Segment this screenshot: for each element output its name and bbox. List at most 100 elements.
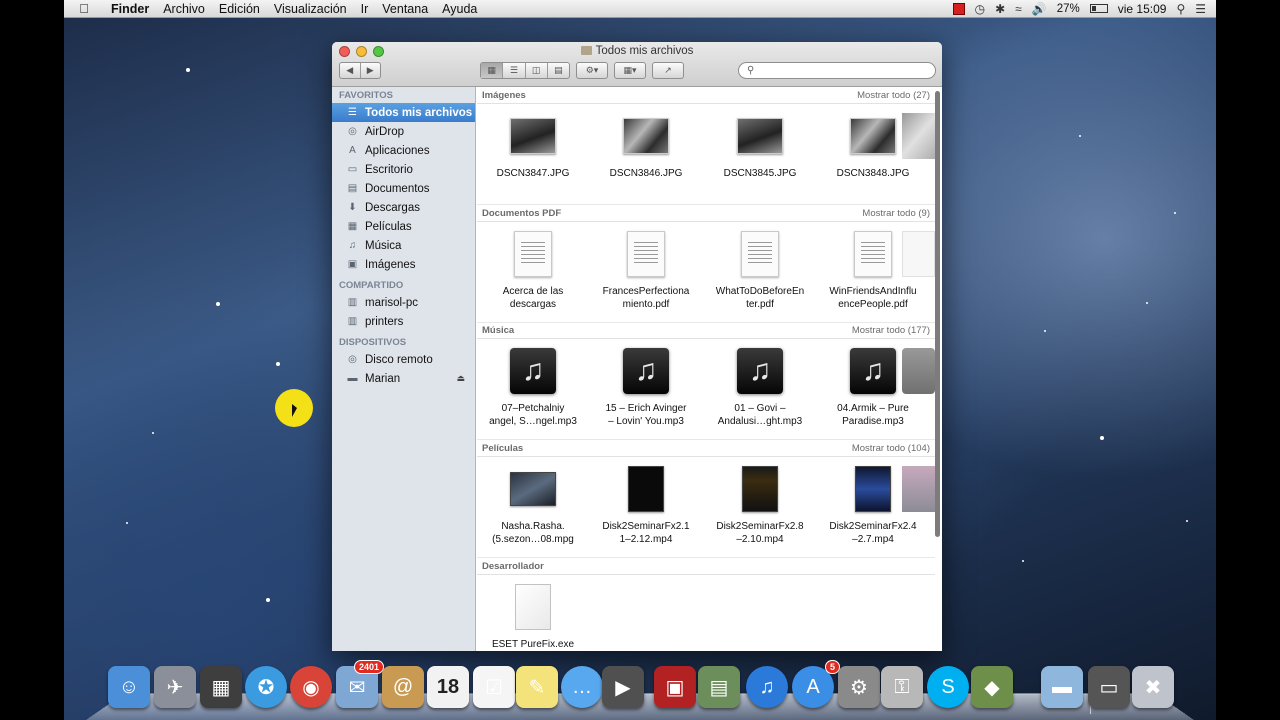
facetime-icon[interactable]: ▶ [602, 666, 644, 708]
menu-ayuda[interactable]: Ayuda [435, 2, 484, 16]
sidebar-item-airdrop[interactable]: ◎ AirDrop [332, 122, 475, 141]
file-item[interactable]: ESET PureFix.exe [478, 576, 588, 651]
apple-menu-icon[interactable]:  [64, 1, 104, 16]
file-item[interactable]: FrancesPerfectiona miento.pdf [591, 223, 701, 323]
show-all-link[interactable]: Mostrar todo (177) [852, 325, 930, 336]
sidebar-item-descargas[interactable]: ⬇ Descargas [332, 198, 475, 217]
utility-app-icon[interactable]: ◆ [971, 666, 1013, 708]
star [152, 432, 154, 434]
file-name-line: –2.10.mp4 [736, 533, 784, 545]
battery-percent[interactable]: 27% [1057, 3, 1080, 15]
sidebar-item-musica[interactable]: ♫ Música [332, 236, 475, 255]
keychain-icon[interactable]: ⚿ [881, 666, 923, 708]
search-input[interactable]: ⚲ [738, 62, 936, 79]
list-view-button[interactable]: ☰ [503, 63, 526, 78]
chrome-icon[interactable]: ◉ [290, 666, 332, 708]
icon-view-button[interactable]: ▦ [481, 63, 504, 78]
recording-status-icon[interactable] [952, 2, 965, 15]
file-thumbnail [623, 113, 669, 159]
iphoto-icon[interactable]: ▤ [698, 666, 740, 708]
reminders-icon[interactable]: ☑ [473, 666, 515, 708]
volume-icon[interactable]: 🔊 [1032, 2, 1047, 16]
sidebar-item-marian[interactable]: ▬ Marian ⏏ [332, 369, 475, 388]
back-button[interactable]: ◀ [340, 63, 361, 78]
calendar-day: 18 [436, 675, 460, 698]
sidebar-item-documentos[interactable]: ▤ Documentos [332, 179, 475, 198]
finder-icon[interactable]: ☺ [108, 666, 150, 708]
arrange-menu-button[interactable]: ▦▾ [614, 62, 646, 79]
star [1146, 302, 1148, 304]
sidebar-item-printers[interactable]: ▥ printers [332, 312, 475, 331]
time-machine-icon[interactable]: ◷ [975, 2, 985, 16]
sidebar-item-escritorio[interactable]: ▭ Escritorio [332, 160, 475, 179]
mission-control-icon[interactable]: ▦ [200, 666, 242, 708]
trash-icon[interactable]: ✖ [1132, 666, 1174, 708]
file-item[interactable]: Acerca de las descargas [478, 223, 588, 323]
coverflow-view-button[interactable]: ▤ [548, 63, 569, 78]
pictures-icon: ▣ [347, 259, 358, 270]
file-item[interactable]: DSCN3845.JPG [705, 105, 815, 205]
spotlight-icon[interactable]: ⚲ [1176, 2, 1185, 16]
file-item[interactable]: WhatToDoBeforeEn ter.pdf [705, 223, 815, 323]
share-button[interactable]: ↗ [652, 62, 684, 79]
sidebar-item-imagenes[interactable]: ▣ Imágenes [332, 255, 475, 274]
file-item[interactable]: DSCN3846.JPG [591, 105, 701, 205]
system-preferences-icon-glyph: ⚙ [850, 676, 868, 699]
star [1174, 212, 1176, 214]
file-item[interactable]: Disk2SeminarFx2.8 –2.10.mp4 [705, 458, 815, 558]
system-preferences-icon[interactable]: ⚙ [838, 666, 880, 708]
skype-icon[interactable]: S [927, 666, 969, 708]
mail-icon[interactable]: ✉ 2401 [336, 660, 384, 708]
notification-center-icon[interactable]: ☰ [1195, 2, 1206, 16]
sidebar-item-todos-mis-archivos[interactable]: ☰ Todos mis archivos [332, 103, 475, 122]
pdf-file-icon [627, 231, 665, 277]
itunes-icon[interactable]: ♫ [746, 666, 788, 708]
forward-button[interactable]: ▶ [361, 63, 381, 78]
column-view-button[interactable]: ◫ [526, 63, 548, 78]
battery-icon[interactable] [1089, 4, 1108, 13]
show-all-link[interactable]: Mostrar todo (104) [852, 443, 930, 454]
section-title: Música [482, 324, 515, 336]
menu-edicion[interactable]: Edición [212, 2, 267, 16]
action-menu-button[interactable]: ⚙▾ [576, 62, 608, 79]
eject-icon[interactable]: ⏏ [456, 373, 465, 384]
show-all-link[interactable]: Mostrar todo (9) [862, 208, 930, 219]
show-all-link[interactable]: Mostrar todo (27) [857, 90, 930, 101]
window-title-text: Todos mis archivos [595, 45, 694, 57]
file-item[interactable]: DSCN3847.JPG [478, 105, 588, 205]
file-item[interactable]: Nasha.Rasha. (5.sezon…08.mpg [478, 458, 588, 558]
file-name-line: Disk2SeminarFx2.4 [829, 521, 917, 532]
file-item[interactable]: ♫ 01 – Govi – Andalusi…ght.mp3 [705, 340, 815, 440]
file-thumbnail [850, 231, 896, 277]
menu-archivo[interactable]: Archivo [156, 2, 212, 16]
clock[interactable]: vie 15:09 [1118, 2, 1167, 16]
menu-visualizacion[interactable]: Visualización [267, 2, 354, 16]
contacts-icon[interactable]: @ [382, 666, 424, 708]
sidebar-item-peliculas[interactable]: ▦ Películas [332, 217, 475, 236]
safari-icon[interactable]: ✪ [245, 666, 287, 708]
notes-icon[interactable]: ✎ [516, 666, 558, 708]
downloads-stack-icon[interactable]: ▭ [1088, 666, 1130, 708]
sidebar-item-marisol-pc[interactable]: ▥ marisol-pc [332, 293, 475, 312]
vertical-scrollbar[interactable] [935, 91, 940, 537]
menu-ir[interactable]: Ir [354, 2, 376, 16]
bluetooth-icon[interactable]: ✱ [995, 2, 1005, 16]
file-thumbnail: ♫ [510, 348, 556, 394]
file-thumbnail [623, 231, 669, 277]
wifi-icon[interactable]: ≈ [1015, 2, 1022, 16]
file-item[interactable]: ♫ 07–Petchalniy angel, S…ngel.mp3 [478, 340, 588, 440]
file-thumbnail [510, 231, 556, 277]
applications-folder-icon[interactable]: ▬ [1041, 666, 1083, 708]
sidebar-item-aplicaciones[interactable]: A Aplicaciones [332, 141, 475, 160]
sidebar-item-disco-remoto[interactable]: ◎ Disco remoto [332, 350, 475, 369]
launchpad-icon[interactable]: ✈ [154, 666, 196, 708]
app-store-icon[interactable]: A5 [792, 660, 840, 708]
messages-icon[interactable]: … [561, 666, 603, 708]
menu-app-name[interactable]: Finder [104, 2, 156, 16]
menu-ventana[interactable]: Ventana [375, 2, 435, 16]
file-item[interactable]: Disk2SeminarFx2.1 1–2.12.mp4 [591, 458, 701, 558]
photo-booth-icon[interactable]: ▣ [654, 666, 696, 708]
file-item[interactable]: ♫ 15 – Erich Avinger – Lovin' You.mp3 [591, 340, 701, 440]
calendar-icon[interactable]: 18 [427, 666, 469, 708]
sidebar-item-label: Documentos [365, 182, 430, 195]
